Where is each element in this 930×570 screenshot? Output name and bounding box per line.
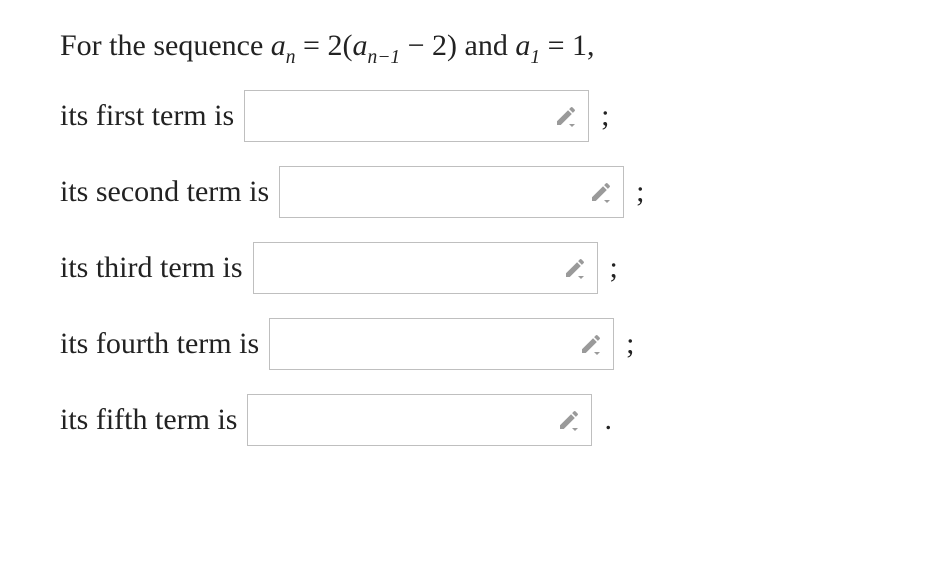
answer-box-4[interactable] (269, 318, 614, 370)
pencil-dropdown-icon[interactable] (577, 330, 605, 358)
term-row-2: its second term is ; (60, 166, 890, 218)
term-label-4: its fourth term is (60, 326, 259, 362)
answer-box-3[interactable] (253, 242, 598, 294)
punct-3: ; (608, 250, 618, 286)
answer-input-1[interactable] (245, 91, 588, 141)
answer-input-4[interactable] (270, 319, 613, 369)
rhs-var: a (352, 29, 367, 62)
answer-box-2[interactable] (279, 166, 624, 218)
ic-var: a (515, 29, 530, 62)
rhs-open: 2( (327, 29, 352, 62)
punct-2: ; (634, 174, 644, 210)
answer-input-3[interactable] (254, 243, 597, 293)
term-row-1: its first term is ; (60, 90, 890, 142)
punct-5: . (602, 402, 612, 438)
answer-input-5[interactable] (248, 395, 591, 445)
pencil-dropdown-icon[interactable] (555, 406, 583, 434)
pencil-dropdown-icon[interactable] (552, 102, 580, 130)
prompt-text: For the sequence an = 2(an−1 − 2) and a1… (60, 28, 890, 68)
answer-box-1[interactable] (244, 90, 589, 142)
seq-sub: n (286, 47, 296, 68)
term-label-5: its fifth term is (60, 402, 237, 438)
term-label-1: its first term is (60, 98, 234, 134)
answer-input-2[interactable] (280, 167, 623, 217)
rhs-close: − 2) (400, 29, 457, 62)
pencil-dropdown-icon[interactable] (561, 254, 589, 282)
prompt-pre: For the sequence (60, 29, 271, 62)
term-row-4: its fourth term is ; (60, 318, 890, 370)
and-text: and (457, 29, 515, 62)
term-label-3: its third term is (60, 250, 243, 286)
term-row-3: its third term is ; (60, 242, 890, 294)
question-container: For the sequence an = 2(an−1 − 2) and a1… (0, 0, 930, 490)
term-row-5: its fifth term is . (60, 394, 890, 446)
rhs-sub: n−1 (367, 47, 400, 68)
answer-box-5[interactable] (247, 394, 592, 446)
seq-var: a (271, 29, 286, 62)
ic-eq: = 1, (540, 29, 594, 62)
ic-sub: 1 (530, 47, 540, 68)
punct-1: ; (599, 98, 609, 134)
eq-sign: = (296, 29, 328, 62)
pencil-dropdown-icon[interactable] (587, 178, 615, 206)
punct-4: ; (624, 326, 634, 362)
term-label-2: its second term is (60, 174, 269, 210)
